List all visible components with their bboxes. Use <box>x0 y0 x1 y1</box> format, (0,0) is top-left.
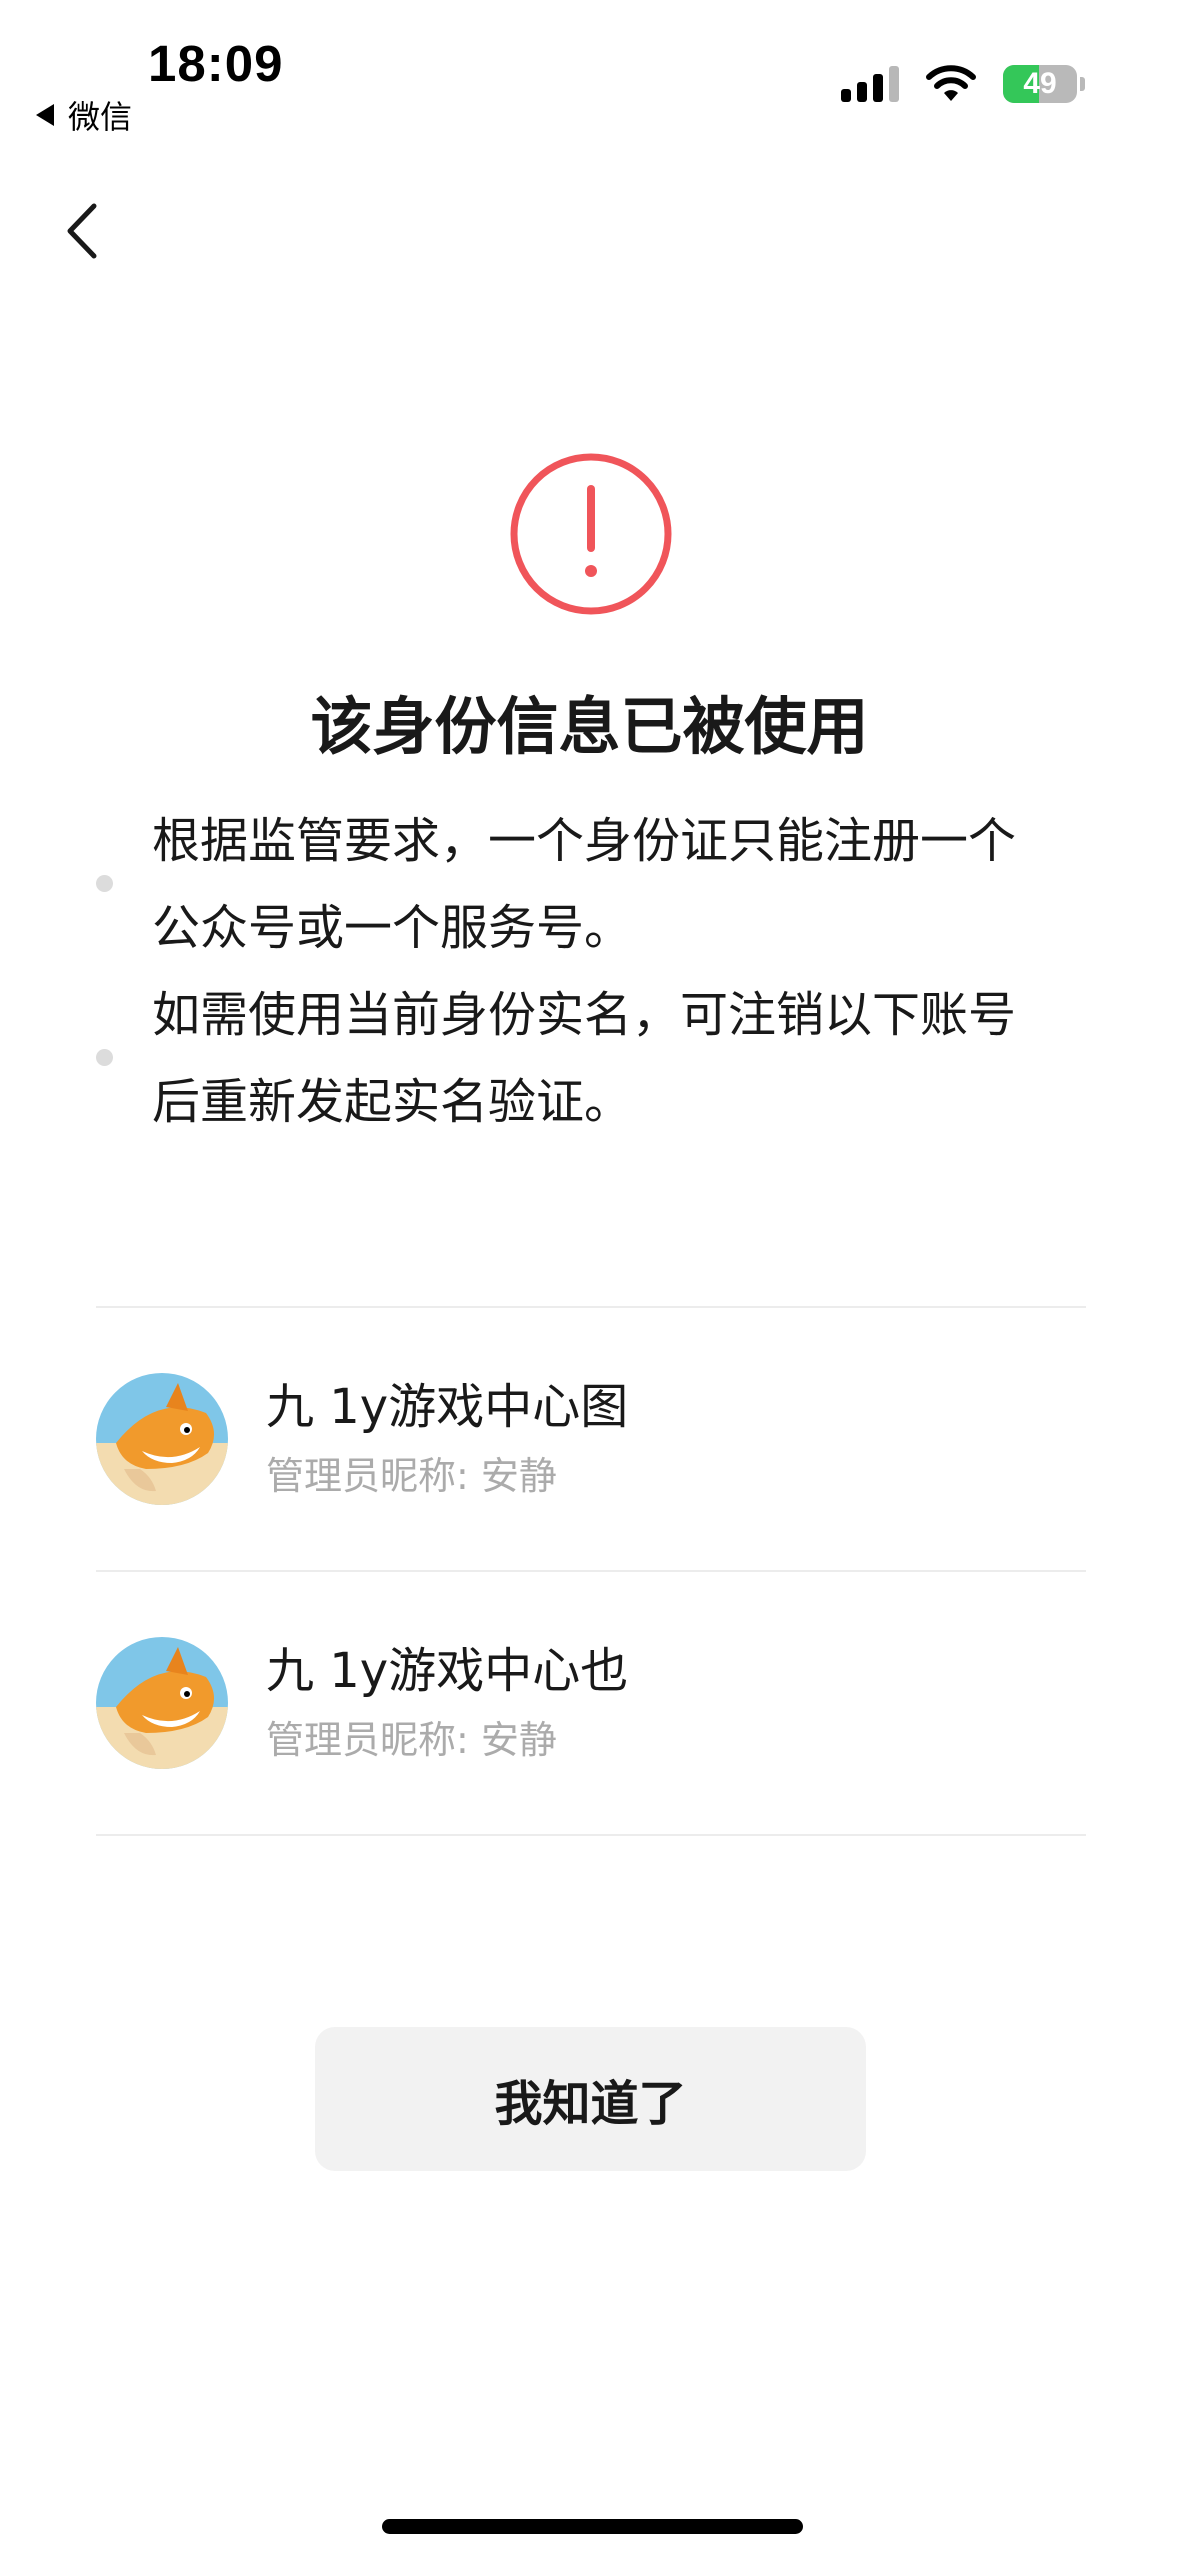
page-title: 该身份信息已被使用 <box>310 690 869 763</box>
account-item[interactable]: 九 1y游戏中心图 管理员昵称: 安静 <box>96 1308 1086 1570</box>
status-indicators: 49 <box>841 64 1085 104</box>
back-to-app-label: 微信 <box>68 98 133 136</box>
account-admin-nickname: 管理员昵称: 安静 <box>266 1454 557 1498</box>
bullet-dot <box>96 1049 113 1066</box>
account-admin-nickname: 管理员昵称: 安静 <box>266 1718 557 1762</box>
description-text: 如需使用当前身份实名，可注销以下账号后重新发起实名验证。 <box>152 987 1017 1130</box>
description-block: 根据监管要求，一个身份证只能注册一个公众号或一个服务号。 如需使用当前身份实名，… <box>96 798 1056 1146</box>
home-indicator[interactable] <box>382 2519 803 2534</box>
back-to-wechat[interactable]: 微信 <box>36 92 132 138</box>
status-time: 18:09 <box>148 35 284 92</box>
account-item[interactable]: 九 1y游戏中心也 管理员昵称: 安静 <box>96 1572 1086 1834</box>
battery-level: 49 <box>1023 67 1057 100</box>
shark-cartoon-avatar <box>96 1637 228 1769</box>
exclamation-circle-icon <box>510 453 672 615</box>
chevron-left-icon <box>67 203 97 259</box>
back-triangle-icon <box>36 104 54 126</box>
description-item: 如需使用当前身份实名，可注销以下账号后重新发起实名验证。 <box>96 972 1056 1146</box>
divider <box>96 1834 1086 1836</box>
battery-icon: 49 <box>1003 65 1085 103</box>
acknowledge-button[interactable]: 我知道了 <box>315 2027 866 2171</box>
account-name: 九 1y游戏中心也 <box>266 1643 629 1699</box>
cellular-signal-icon <box>841 66 899 102</box>
shark-cartoon-avatar <box>96 1373 228 1505</box>
bullet-dot <box>96 875 113 892</box>
account-name: 九 1y游戏中心图 <box>266 1379 629 1435</box>
back-button[interactable] <box>58 196 108 266</box>
description-text: 根据监管要求，一个身份证只能注册一个公众号或一个服务号。 <box>152 813 1017 956</box>
description-item: 根据监管要求，一个身份证只能注册一个公众号或一个服务号。 <box>96 798 1056 972</box>
wifi-icon <box>926 65 976 101</box>
